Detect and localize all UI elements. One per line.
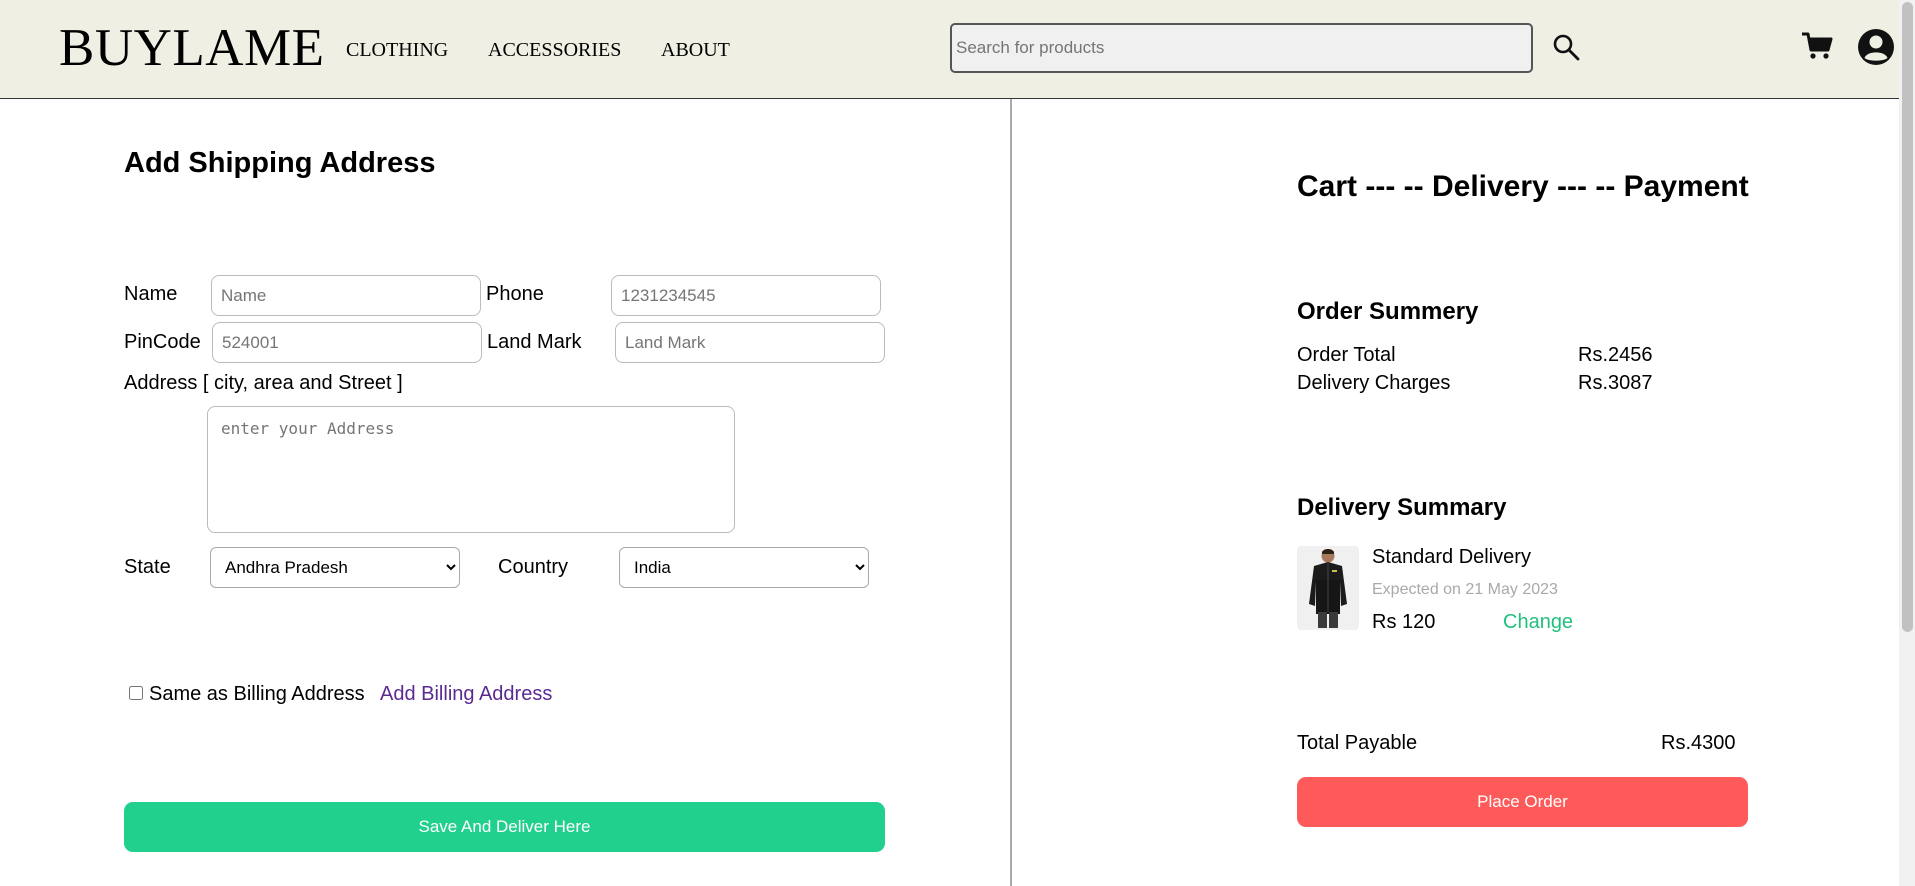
nav-accessories[interactable]: ACCESSORIES <box>488 39 621 62</box>
delivery-summary-title: Delivery Summary <box>1297 494 1507 521</box>
nav-about[interactable]: ABOUT <box>661 39 730 62</box>
delivery-charges-value: Rs.3087 <box>1578 372 1653 394</box>
country-select[interactable]: India <box>619 547 869 588</box>
column-divider <box>1010 99 1012 886</box>
vertical-scrollbar[interactable] <box>1899 0 1915 886</box>
brand-logo[interactable]: BUYLAME <box>59 18 325 78</box>
landmark-input[interactable] <box>615 322 885 363</box>
order-summary-title: Order Summery <box>1297 298 1479 325</box>
same-billing-checkbox[interactable] <box>129 686 143 700</box>
scrollbar-thumb[interactable] <box>1902 2 1913 632</box>
country-label: Country <box>498 556 569 578</box>
delivery-price: Rs 120 <box>1372 611 1436 633</box>
total-payable-label: Total Payable <box>1297 732 1418 754</box>
nav-clothing[interactable]: CLOTHING <box>346 39 448 62</box>
landmark-label: Land Mark <box>487 331 582 353</box>
state-select[interactable]: Andhra Pradesh <box>210 547 460 588</box>
place-order-button[interactable]: Place Order <box>1297 777 1748 827</box>
same-billing-label: Same as Billing Address <box>149 683 365 705</box>
cart-icon[interactable] <box>1801 30 1833 62</box>
phone-label: Phone <box>486 283 544 305</box>
order-total-value: Rs.2456 <box>1578 344 1653 366</box>
top-navbar: BUYLAME CLOTHING ACCESSORIES ABOUT <box>0 0 1899 99</box>
name-label: Name <box>124 283 178 305</box>
phone-input[interactable] <box>611 275 881 316</box>
pincode-input[interactable] <box>212 322 482 363</box>
change-delivery-link[interactable]: Change <box>1503 611 1573 634</box>
address-label: Address [ city, area and Street ] <box>124 372 403 394</box>
add-billing-address-link[interactable]: Add Billing Address <box>380 683 552 706</box>
product-thumbnail <box>1297 546 1359 630</box>
delivery-charges-label: Delivery Charges <box>1297 372 1451 394</box>
expected-delivery-date: Expected on 21 May 2023 <box>1372 581 1558 598</box>
state-label: State <box>124 556 171 578</box>
total-payable-value: Rs.4300 <box>1661 732 1736 754</box>
order-total-label: Order Total <box>1297 344 1396 366</box>
user-icon[interactable] <box>1857 28 1895 66</box>
checkout-steps: Cart --- -- Delivery --- -- Payment <box>1297 170 1749 203</box>
save-and-deliver-button[interactable]: Save And Deliver Here <box>124 802 885 852</box>
form-title: Add Shipping Address <box>124 147 436 179</box>
address-textarea[interactable] <box>207 406 735 533</box>
name-input[interactable] <box>211 275 481 316</box>
pincode-label: PinCode <box>124 331 201 353</box>
delivery-type: Standard Delivery <box>1372 546 1531 568</box>
search-input[interactable] <box>950 23 1533 73</box>
search-icon[interactable] <box>1552 33 1580 61</box>
